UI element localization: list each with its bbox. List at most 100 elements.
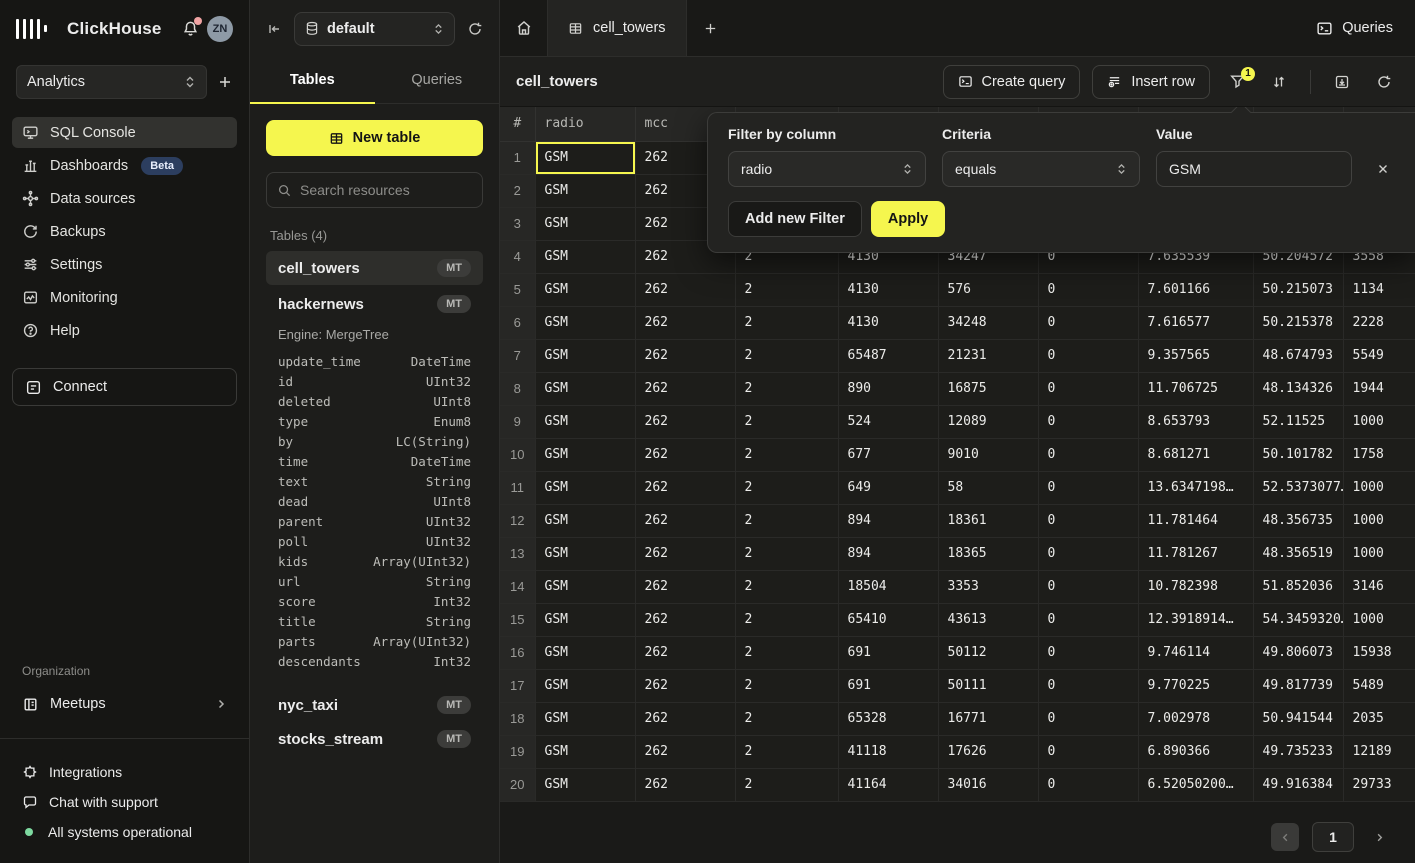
grid-cell[interactable]: 3146	[1343, 570, 1415, 603]
grid-cell[interactable]: 262	[635, 669, 735, 702]
grid-cell[interactable]: 51.852036	[1253, 570, 1343, 603]
grid-cell[interactable]: 262	[635, 702, 735, 735]
tab-cell-towers[interactable]: cell_towers	[548, 0, 687, 56]
sidebar-item-data-sources[interactable]: Data sources	[12, 183, 237, 214]
filter-column-select[interactable]: radio	[728, 151, 926, 187]
grid-cell[interactable]: 0	[1038, 735, 1138, 768]
grid-cell[interactable]: GSM	[535, 504, 635, 537]
grid-cell[interactable]: 9010	[938, 438, 1038, 471]
column-header[interactable]: #	[500, 107, 535, 141]
grid-cell[interactable]: 2035	[1343, 702, 1415, 735]
grid-cell[interactable]: 0	[1038, 372, 1138, 405]
apply-filter-button[interactable]: Apply	[871, 201, 945, 237]
queries-button[interactable]: Queries	[1316, 11, 1393, 45]
tab-tables[interactable]: Tables	[250, 57, 375, 103]
add-workspace-button[interactable]	[217, 74, 233, 90]
grid-cell[interactable]: 13.6347198…	[1138, 471, 1253, 504]
notifications-bell-icon[interactable]	[182, 20, 199, 37]
grid-cell[interactable]: 43613	[938, 603, 1038, 636]
grid-cell[interactable]: GSM	[535, 141, 635, 174]
grid-cell[interactable]: 41118	[838, 735, 938, 768]
grid-cell[interactable]: 1000	[1343, 603, 1415, 636]
grid-cell[interactable]: GSM	[535, 438, 635, 471]
grid-cell[interactable]: GSM	[535, 273, 635, 306]
grid-cell[interactable]: 48.356735	[1253, 504, 1343, 537]
refresh-button[interactable]	[1369, 65, 1399, 99]
grid-cell[interactable]: 50.215378	[1253, 306, 1343, 339]
grid-cell[interactable]: 262	[635, 735, 735, 768]
grid-cell[interactable]: 50111	[938, 669, 1038, 702]
grid-cell[interactable]: 0	[1038, 438, 1138, 471]
grid-cell[interactable]: 11.706725	[1138, 372, 1253, 405]
grid-cell[interactable]: 524	[838, 405, 938, 438]
current-page[interactable]: 1	[1312, 822, 1354, 852]
sidebar-item-chat-support[interactable]: Chat with support	[12, 787, 237, 817]
grid-cell[interactable]: 48.356519	[1253, 537, 1343, 570]
column-header[interactable]: radio	[535, 107, 635, 141]
grid-cell[interactable]: 2	[735, 273, 838, 306]
sidebar-item-integrations[interactable]: Integrations	[12, 757, 237, 787]
grid-cell[interactable]: 2	[735, 636, 838, 669]
grid-cell[interactable]: GSM	[535, 570, 635, 603]
grid-cell[interactable]: 48.674793	[1253, 339, 1343, 372]
grid-cell[interactable]: 21231	[938, 339, 1038, 372]
table-item-hackernews[interactable]: hackernews MT	[266, 287, 483, 321]
grid-cell[interactable]: 50.215073	[1253, 273, 1343, 306]
grid-cell[interactable]: 16875	[938, 372, 1038, 405]
search-box[interactable]	[266, 172, 483, 208]
new-table-button[interactable]: New table	[266, 120, 483, 156]
grid-cell[interactable]: 2	[735, 504, 838, 537]
grid-cell[interactable]: 0	[1038, 405, 1138, 438]
grid-cell[interactable]: 2	[735, 603, 838, 636]
grid-cell[interactable]: 0	[1038, 273, 1138, 306]
grid-cell[interactable]: 677	[838, 438, 938, 471]
grid-cell[interactable]: 49.735233	[1253, 735, 1343, 768]
filter-button[interactable]: 1	[1222, 65, 1252, 99]
filter-value-input[interactable]	[1169, 161, 1339, 177]
filter-criteria-select[interactable]: equals	[942, 151, 1140, 187]
sidebar-item-dashboards[interactable]: Dashboards Beta	[12, 150, 237, 181]
table-item-nyc-taxi[interactable]: nyc_taxi MT	[266, 688, 483, 722]
grid-cell[interactable]: GSM	[535, 669, 635, 702]
grid-cell[interactable]: GSM	[535, 603, 635, 636]
grid-cell[interactable]: GSM	[535, 735, 635, 768]
download-button[interactable]	[1327, 65, 1357, 99]
grid-cell[interactable]: 0	[1038, 471, 1138, 504]
grid-cell[interactable]: 12089	[938, 405, 1038, 438]
grid-cell[interactable]: 50.101782	[1253, 438, 1343, 471]
grid-cell[interactable]: 18504	[838, 570, 938, 603]
grid-cell[interactable]: 9.357565	[1138, 339, 1253, 372]
grid-cell[interactable]: GSM	[535, 537, 635, 570]
database-select[interactable]: default	[294, 12, 455, 46]
sidebar-item-help[interactable]: Help	[12, 315, 237, 346]
grid-cell[interactable]: 52.11525	[1253, 405, 1343, 438]
grid-cell[interactable]: 2	[735, 471, 838, 504]
search-input[interactable]	[300, 182, 481, 198]
grid-cell[interactable]: 4130	[838, 306, 938, 339]
grid-cell[interactable]: 5549	[1343, 339, 1415, 372]
grid-cell[interactable]: GSM	[535, 339, 635, 372]
table-item-cell-towers[interactable]: cell_towers MT	[266, 251, 483, 285]
grid-cell[interactable]: 2	[735, 306, 838, 339]
grid-cell[interactable]: 3353	[938, 570, 1038, 603]
grid-cell[interactable]: 8.653793	[1138, 405, 1253, 438]
grid-cell[interactable]: 262	[635, 273, 735, 306]
new-tab-button[interactable]	[687, 0, 735, 56]
grid-cell[interactable]: 2	[735, 735, 838, 768]
grid-cell[interactable]: 9.770225	[1138, 669, 1253, 702]
grid-cell[interactable]: 49.817739	[1253, 669, 1343, 702]
sidebar-item-monitoring[interactable]: Monitoring	[12, 282, 237, 313]
grid-cell[interactable]: 1944	[1343, 372, 1415, 405]
grid-cell[interactable]: 50.941544	[1253, 702, 1343, 735]
grid-cell[interactable]: 11.781267	[1138, 537, 1253, 570]
sidebar-item-backups[interactable]: Backups	[12, 216, 237, 247]
grid-cell[interactable]: 11.781464	[1138, 504, 1253, 537]
grid-cell[interactable]: 7.002978	[1138, 702, 1253, 735]
sort-button[interactable]	[1264, 65, 1294, 99]
tab-queries[interactable]: Queries	[375, 57, 500, 103]
connect-button[interactable]: Connect	[12, 368, 237, 406]
collapse-sidebar-icon[interactable]	[266, 21, 282, 37]
grid-cell[interactable]: GSM	[535, 768, 635, 801]
grid-cell[interactable]: 890	[838, 372, 938, 405]
grid-cell[interactable]: 2	[735, 702, 838, 735]
